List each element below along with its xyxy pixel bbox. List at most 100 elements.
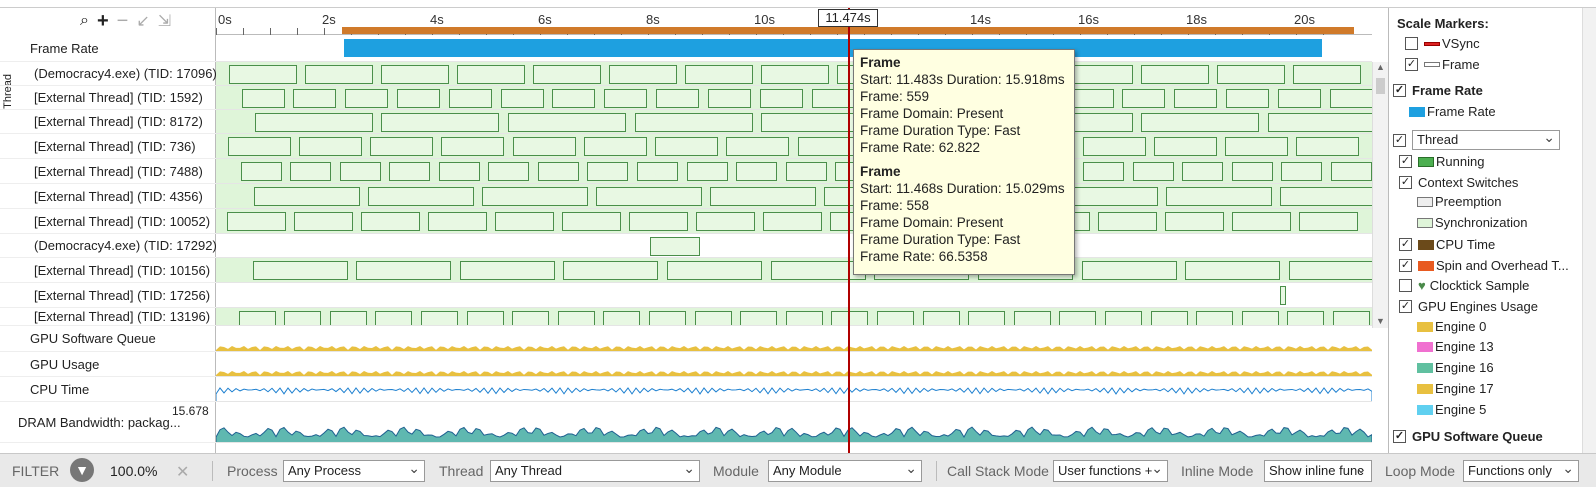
legend-vsync[interactable]: VSync [1405,36,1480,51]
thread-segment[interactable] [1151,311,1188,325]
thread-segment[interactable] [1333,311,1370,325]
row-label[interactable]: [External Thread] (TID: 1592) [0,86,216,110]
thread-segment[interactable] [512,311,549,325]
thread-segment[interactable] [1287,311,1324,325]
timeline-row[interactable] [216,134,1372,159]
callstack-select[interactable]: User functions + [1053,460,1168,482]
thread-segment[interactable] [1165,212,1224,231]
module-select[interactable]: Any Module [768,460,922,482]
thread-segment[interactable] [1280,286,1286,305]
thread-segment[interactable] [1280,187,1372,206]
row-label[interactable]: [External Thread] (TID: 10156) [0,258,216,283]
timeline-row[interactable] [216,258,1372,283]
thread-segment[interactable] [708,89,751,108]
thread-segment[interactable] [1217,65,1285,84]
thread-segment[interactable] [786,162,827,181]
checkbox[interactable] [1399,279,1412,292]
thread-segment[interactable] [1289,261,1372,280]
thread-segment[interactable] [637,162,678,181]
thread-segment[interactable] [488,162,529,181]
thread-segment[interactable] [1182,162,1223,181]
thread-segment[interactable] [495,212,554,231]
thread-segment[interactable] [482,187,588,206]
thread-segment[interactable] [242,89,285,108]
timeline-row[interactable] [216,326,1372,352]
thread-segment[interactable] [253,261,348,280]
thread-segment[interactable] [1296,137,1359,156]
timeline-row[interactable] [216,308,1372,326]
row-label[interactable]: [External Thread] (TID: 736) [0,134,216,159]
thread-segment[interactable] [629,212,688,231]
thread-segment[interactable] [798,137,861,156]
timeline-row[interactable] [216,62,1372,86]
timeline-row[interactable] [216,86,1372,110]
thread-segment[interactable] [563,261,658,280]
thread-segment[interactable] [1141,65,1209,84]
thread-segment[interactable] [761,65,829,84]
row-label[interactable]: [External Thread] (TID: 4356) [0,184,216,209]
scroll-up-icon[interactable]: ▲ [1373,62,1388,72]
thread-segment[interactable] [449,89,492,108]
thread-segment[interactable] [655,137,718,156]
row-label[interactable]: (Democracy4.exe) (TID: 17096) [0,62,216,86]
minus-icon[interactable]: − [117,10,129,33]
legend-gpu-sw-queue[interactable]: ✓ GPU Software Queue [1393,429,1543,444]
thread-segment[interactable] [533,65,601,84]
thread-segment[interactable] [609,65,677,84]
thread-segment[interactable] [923,311,960,325]
scroll-down-icon[interactable]: ▼ [1373,316,1388,326]
checkbox[interactable]: ✓ [1405,58,1418,71]
thread-segment[interactable] [1330,89,1372,108]
thread-select[interactable]: Thread [1412,130,1560,150]
thread-segment[interactable] [1278,89,1321,108]
thread-segment[interactable] [1105,311,1142,325]
timeline-row[interactable] [216,209,1372,234]
inline-select[interactable]: Show inline func [1264,460,1372,482]
timeline-row[interactable] [216,352,1372,377]
thread-segment[interactable] [421,311,458,325]
thread-segment[interactable] [763,212,822,231]
thread-segment[interactable] [1226,89,1269,108]
thread-segment[interactable] [284,311,321,325]
thread-segment[interactable] [361,212,420,231]
timeline-row[interactable] [216,283,1372,308]
timeline-row[interactable] [216,35,1372,62]
thread-segment[interactable] [1185,261,1280,280]
thread-segment[interactable] [558,311,595,325]
thread-segment[interactable] [239,311,276,325]
thread-segment[interactable] [584,137,647,156]
thread-segment[interactable] [457,65,525,84]
thread-segment[interactable] [1174,89,1217,108]
thread-segment[interactable] [381,65,449,84]
row-label[interactable]: GPU Software Queue [0,326,216,352]
legend-context-switches[interactable]: ✓ Context Switches [1399,175,1518,190]
thread-segment[interactable] [587,162,628,181]
thread-segment[interactable] [1014,311,1051,325]
thread-segment[interactable] [397,89,440,108]
legend-spin[interactable]: ✓ Spin and Overhead T... [1399,258,1569,273]
thread-segment[interactable] [695,311,732,325]
row-label[interactable]: [External Thread] (TID: 8172) [0,110,216,134]
row-label[interactable]: (Democracy4.exe) (TID: 17292) [0,234,216,258]
row-label[interactable]: GPU Usage [0,352,216,377]
checkbox[interactable] [1405,37,1418,50]
legend-clocktick[interactable]: ♥ Clocktick Sample [1399,278,1529,293]
thread-segment[interactable] [460,261,555,280]
thread-segment[interactable] [1154,137,1217,156]
thread-segment[interactable] [381,113,499,132]
thread-segment[interactable] [604,89,647,108]
thread-segment[interactable] [656,89,699,108]
checkbox[interactable]: ✓ [1399,238,1412,251]
thread-segment[interactable] [667,261,762,280]
thread-segment[interactable] [1141,113,1259,132]
legend-gpu-engines[interactable]: ✓ GPU Engines Usage [1399,299,1538,314]
thread-segment[interactable] [736,162,777,181]
thread-segment[interactable] [513,137,576,156]
checkbox[interactable]: ✓ [1399,259,1412,272]
row-label[interactable]: CPU Time [0,377,216,402]
checkbox[interactable]: ✓ [1399,300,1412,313]
thread-segment[interactable] [538,162,579,181]
thread-segment[interactable] [241,162,282,181]
thread-segment[interactable] [710,187,816,206]
thread-segment[interactable] [356,261,451,280]
